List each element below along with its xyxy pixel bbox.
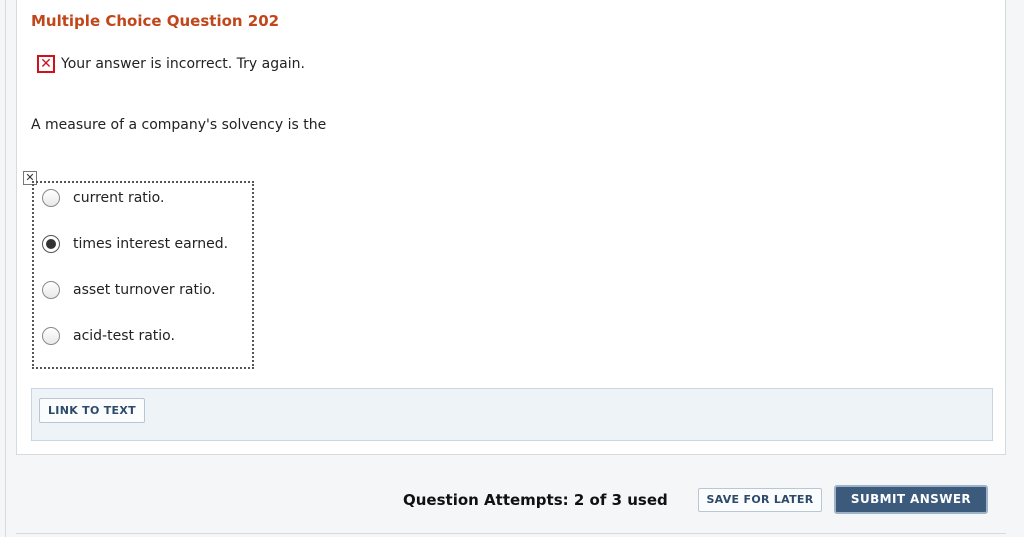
radio-button[interactable] xyxy=(42,189,60,207)
choice-label: acid-test ratio. xyxy=(73,328,175,344)
choice-option[interactable]: current ratio. xyxy=(42,189,164,207)
feedback-text: Your answer is incorrect. Try again. xyxy=(61,56,305,72)
choice-label: times interest earned. xyxy=(73,236,229,252)
radio-button[interactable] xyxy=(42,327,60,345)
answer-choices: current ratio. times interest earned. as… xyxy=(32,181,254,369)
choice-label: current ratio. xyxy=(73,190,165,206)
choice-option[interactable]: times interest earned. xyxy=(42,235,228,253)
page-left-border xyxy=(5,0,6,537)
choice-option[interactable]: acid-test ratio. xyxy=(42,327,175,345)
link-to-text-button[interactable]: LINK TO TEXT xyxy=(39,398,145,423)
x-mark-icon: ✕ xyxy=(37,55,55,73)
radio-button[interactable] xyxy=(42,235,60,253)
save-for-later-button[interactable]: SAVE FOR LATER xyxy=(698,488,822,512)
submit-answer-button[interactable]: SUBMIT ANSWER xyxy=(834,485,988,514)
choice-option[interactable]: asset turnover ratio. xyxy=(42,281,216,299)
choice-label: asset turnover ratio. xyxy=(73,282,216,298)
question-panel: Multiple Choice Question 202 ✕ Your answ… xyxy=(16,0,1006,455)
attempts-counter: Question Attempts: 2 of 3 used xyxy=(403,491,668,509)
feedback-message: ✕ Your answer is incorrect. Try again. xyxy=(37,55,305,73)
question-prompt: A measure of a company's solvency is the xyxy=(31,117,327,133)
question-title: Multiple Choice Question 202 xyxy=(31,12,280,30)
resources-box: LINK TO TEXT xyxy=(31,388,993,441)
radio-button[interactable] xyxy=(42,281,60,299)
bottom-divider xyxy=(16,533,1006,534)
